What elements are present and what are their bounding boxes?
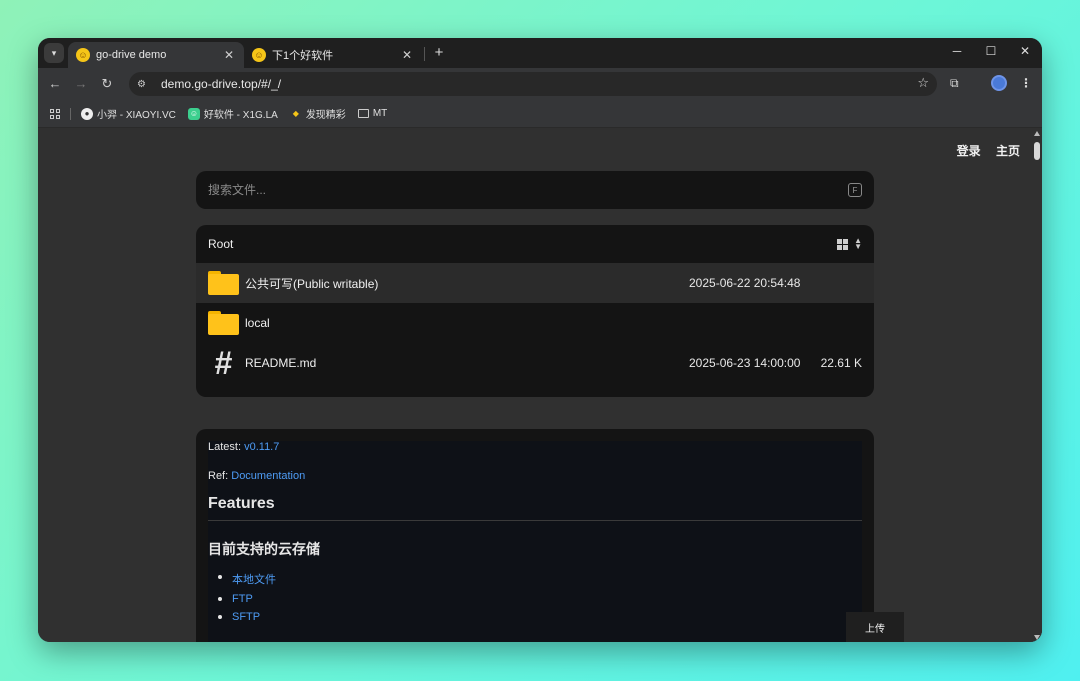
profile-avatar[interactable]: [991, 75, 1007, 91]
search-box: F: [196, 171, 874, 209]
folder-icon: [208, 311, 239, 335]
readme-panel: Latest: v0.11.7 Ref: Documentation Featu…: [196, 429, 874, 642]
list-item: 本地文件: [218, 571, 862, 587]
bookmark-label: 小羿 - XIAOYI.VC: [97, 110, 176, 121]
browser-window: ▾ ☺ go-drive demo ✕ ☺ 下1个好软件 ✕ + ─ ☐ ✕ ←…: [38, 38, 1042, 642]
maximize-icon[interactable]: ☐: [976, 44, 1006, 58]
file-name: README.md: [245, 356, 317, 370]
home-link[interactable]: 主页: [996, 144, 1020, 158]
storage-heading: 目前支持的云存储: [208, 541, 320, 557]
upload-button[interactable]: 上传: [846, 612, 904, 642]
bookmarks-bar: ● 小羿 - XIAOYI.VC ☺ 好软件 - X1G.LA ◆ 发现精彩 M…: [38, 100, 1042, 128]
page-scrollbar[interactable]: [1032, 128, 1042, 642]
page-content: 登录 主页 F Root ▲▼ 公共可写(Public writable) 20…: [38, 128, 1042, 642]
file-row[interactable]: local: [196, 303, 874, 343]
extensions-icon[interactable]: ⧉: [950, 76, 959, 91]
menu-icon[interactable]: ⋮: [1020, 76, 1032, 90]
close-window-icon[interactable]: ✕: [1010, 44, 1040, 58]
file-size: 22.61 K: [820, 356, 862, 370]
back-icon[interactable]: ←: [46, 76, 64, 91]
latest-line: Latest: v0.11.7: [208, 441, 862, 453]
file-name: local: [245, 316, 270, 330]
avatar-icon: ●: [81, 107, 93, 120]
storage-link[interactable]: FTP: [232, 593, 253, 605]
emoji-favicon-icon: ☺: [76, 48, 90, 62]
apps-icon[interactable]: [50, 108, 60, 119]
new-tab-button[interactable]: +: [430, 44, 448, 62]
list-item: SFTP: [218, 611, 862, 623]
address-bar[interactable]: ⚙ demo.go-drive.top/#/_/ ☆: [129, 72, 937, 96]
list-item: FTP: [218, 593, 862, 605]
documentation-link[interactable]: Documentation: [231, 470, 305, 482]
close-tab-icon[interactable]: ✕: [222, 48, 236, 62]
emoji-favicon-icon: ☺: [252, 48, 266, 62]
tab-search-button[interactable]: ▾: [44, 43, 64, 63]
ref-label: Ref:: [208, 470, 229, 482]
tab-bar: ▾ ☺ go-drive demo ✕ ☺ 下1个好软件 ✕ + ─ ☐ ✕: [38, 38, 1042, 68]
storage-list: 本地文件 FTP SFTP: [208, 571, 862, 623]
breadcrumb[interactable]: Root: [208, 237, 837, 251]
bookmark-star-icon[interactable]: ☆: [917, 75, 929, 91]
bookmark-separator: [70, 107, 71, 120]
features-heading: Features: [208, 495, 862, 521]
version-link[interactable]: v0.11.7: [244, 441, 279, 453]
folder-icon: [357, 109, 369, 118]
view-controls: ▲ ▼: [837, 237, 862, 251]
bookmark-label: 好软件 - X1G.LA: [203, 110, 278, 121]
scroll-up-icon[interactable]: [1034, 131, 1040, 136]
shortcut-key-icon: F: [848, 183, 862, 197]
tab-title: go-drive demo: [96, 49, 167, 61]
scroll-thumb[interactable]: [1034, 142, 1040, 160]
file-list-header: Root ▲ ▼: [196, 225, 874, 263]
file-list-panel: Root ▲ ▼ 公共可写(Public writable) 2025-06-22…: [196, 225, 874, 397]
site-info-icon[interactable]: ⚙: [137, 79, 153, 90]
diamond-icon: ◆: [292, 109, 299, 118]
folder-icon: [208, 271, 239, 295]
file-row[interactable]: # README.md 2025-06-23 14:00:00 22.61 K: [196, 343, 874, 383]
tab-go-drive-demo[interactable]: ☺ go-drive demo ✕: [68, 42, 244, 68]
file-name: 公共可写(Public writable): [245, 276, 379, 291]
search-input[interactable]: [208, 183, 848, 197]
bookmark-label: 发现精彩: [305, 110, 346, 121]
latest-label: Latest:: [208, 441, 242, 453]
tab-x1g[interactable]: ☺ 下1个好软件 ✕: [244, 42, 422, 68]
minimize-icon[interactable]: ─: [942, 44, 972, 58]
scroll-down-icon[interactable]: [1034, 635, 1040, 640]
readme-content: Latest: v0.11.7 Ref: Documentation Featu…: [208, 441, 862, 642]
ref-line: Ref: Documentation: [208, 470, 862, 482]
site-icon: ☺: [187, 107, 200, 120]
markdown-file-icon: #: [214, 345, 233, 381]
close-tab-icon[interactable]: ✕: [400, 48, 414, 62]
forward-icon[interactable]: →: [72, 76, 90, 91]
bookmark-x1g[interactable]: ☺ 好软件 - X1G.LA: [187, 106, 278, 121]
bookmark-discover[interactable]: ◆ 发现精彩: [290, 106, 346, 121]
bookmark-folder-mt[interactable]: MT: [357, 108, 388, 119]
login-link[interactable]: 登录: [957, 144, 981, 158]
browser-toolbar: ← → ↻ ⚙ demo.go-drive.top/#/_/ ☆ ⧉ ⋮: [38, 68, 1042, 100]
tab-separator: [424, 47, 425, 61]
file-row[interactable]: 公共可写(Public writable) 2025-06-22 20:54:4…: [196, 263, 874, 303]
tab-title: 下1个好软件: [272, 50, 334, 62]
reload-icon[interactable]: ↻: [98, 76, 116, 92]
file-modified: 2025-06-23 14:00:00: [689, 356, 801, 370]
storage-link[interactable]: 本地文件: [232, 574, 276, 586]
url-text: demo.go-drive.top/#/_/: [161, 77, 282, 91]
top-nav: 登录 主页: [945, 142, 1020, 159]
grid-view-icon[interactable]: [837, 238, 849, 250]
sort-icon[interactable]: ▲ ▼: [854, 237, 862, 251]
file-modified: 2025-06-22 20:54:48: [689, 276, 801, 290]
bookmark-xiaoyi[interactable]: ● 小羿 - XIAOYI.VC: [81, 106, 176, 121]
storage-link[interactable]: SFTP: [232, 611, 260, 623]
bookmark-label: MT: [372, 108, 388, 119]
